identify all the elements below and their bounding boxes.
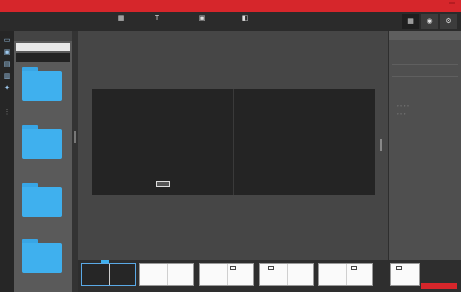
folder-item[interactable]: [22, 239, 62, 276]
align-icons[interactable]: ▫▫▫▫: [397, 103, 411, 108]
selected-element[interactable]: [156, 181, 170, 187]
backgrounds-icon[interactable]: ▥: [3, 73, 11, 80]
add-page-button[interactable]: [421, 283, 457, 289]
folder-body: [22, 129, 62, 159]
filmstrip-end: [388, 260, 461, 292]
folder-item[interactable]: [22, 125, 62, 162]
properties-header: [389, 31, 461, 40]
settings-icon[interactable]: ⚙: [440, 14, 457, 29]
page-thumbnail[interactable]: [259, 263, 314, 286]
page-thumbnail[interactable]: [199, 263, 254, 286]
page-spread[interactable]: [92, 89, 375, 195]
layout-icon: ▦: [117, 15, 125, 22]
resize-grip[interactable]: [74, 131, 76, 143]
layouts-icon[interactable]: ▤: [3, 61, 11, 68]
thumbnail-photo: [230, 266, 236, 270]
grid-icon[interactable]: ▦: [402, 14, 419, 29]
page-thumbnail[interactable]: [318, 263, 373, 286]
account-button[interactable]: [449, 2, 455, 4]
thumbnail-fold: [108, 264, 110, 285]
view-toggle-group: ▦ ◉ ⚙: [402, 14, 457, 29]
thumbnail-fold: [345, 264, 347, 285]
image-tool-button[interactable]: ▣: [185, 15, 219, 23]
new-folder-button[interactable]: [16, 53, 70, 62]
background-tool-button[interactable]: ◧: [228, 15, 262, 23]
editor-toolbar: ▦ T ▣ ◧ ▦ ◉ ⚙: [0, 12, 461, 32]
photos-icon[interactable]: ▣: [3, 49, 11, 56]
thumbnail-fold: [166, 264, 168, 285]
arrange-icons[interactable]: ▫▫▫: [397, 111, 407, 116]
divider: [392, 76, 458, 77]
folder-search-input[interactable]: [16, 43, 70, 51]
folder-panel-header: [14, 31, 72, 41]
zoom-controls[interactable]: [190, 250, 280, 258]
page-thumbnail[interactable]: [390, 263, 420, 286]
folder-icon[interactable]: ▭: [3, 37, 11, 44]
canvas-scroll-handle[interactable]: [380, 139, 382, 151]
folder-body: [22, 243, 62, 273]
image-icon: ▣: [198, 15, 206, 22]
eye-icon[interactable]: ◉: [421, 14, 438, 29]
page-thumbnail[interactable]: [139, 263, 194, 286]
background-icon: ◧: [241, 15, 249, 22]
left-icon-strip: ▭ ▣ ▤ ▥ ✦ ⋮: [0, 31, 14, 292]
thumbnail-fold: [286, 264, 288, 285]
page-thumbnail[interactable]: [81, 260, 136, 286]
thumbnail-photo: [268, 266, 274, 270]
folder-item[interactable]: [22, 67, 62, 104]
current-page-marker: [100, 260, 109, 263]
canvas-area: [78, 31, 388, 260]
folder-panel: [14, 31, 72, 292]
divider: [392, 64, 458, 65]
text-icon: T: [154, 15, 160, 22]
folder-body: [22, 187, 62, 217]
thumbnail-fold: [226, 264, 228, 285]
help-icon[interactable]: ⋮: [3, 109, 11, 116]
properties-panel: ▫▫▫▫ ▫▫▫: [388, 31, 461, 292]
folder-item[interactable]: [22, 183, 62, 220]
thumbnail-photo: [351, 266, 357, 270]
stickers-icon[interactable]: ✦: [3, 85, 11, 92]
folder-body: [22, 71, 62, 101]
thumbnail-photo: [396, 266, 402, 270]
page-filmstrip: [78, 260, 388, 292]
top-app-bar: [0, 0, 461, 12]
layout-tool-button[interactable]: ▦: [104, 15, 138, 23]
spread-gutter: [233, 89, 234, 195]
text-tool-button[interactable]: T: [140, 15, 174, 23]
